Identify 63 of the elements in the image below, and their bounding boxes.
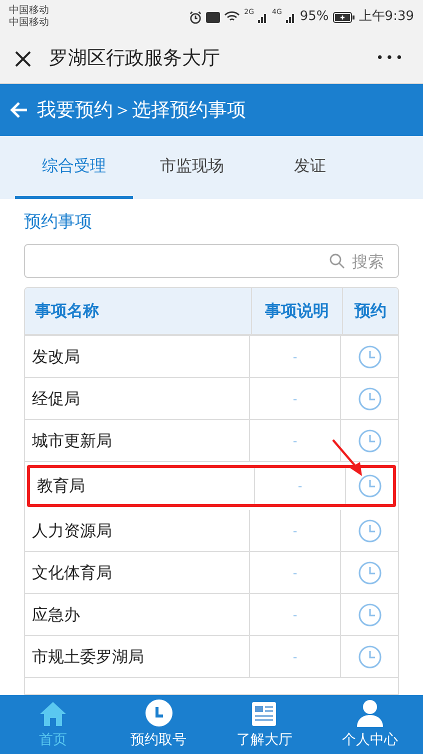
table-row[interactable]: 应急办 - [25, 594, 398, 636]
table-cell: - [249, 636, 340, 677]
table-row[interactable]: 人力资源局 - [25, 510, 398, 552]
table-cell-text: 发改局 [31, 346, 81, 368]
nav-tab[interactable]: 了解大厅 [212, 695, 318, 754]
table-cell: - [249, 420, 340, 461]
battery-icon [332, 12, 355, 22]
table-cell-text: 城市更新局 [31, 430, 113, 452]
table-cell: - [254, 468, 345, 504]
carrier-label: 中国移动 [9, 17, 49, 29]
more-button[interactable]: ••• [376, 48, 405, 68]
tab[interactable]: 发证 [251, 136, 369, 199]
column-header: 事项说明 [251, 288, 342, 334]
clock-icon [358, 344, 382, 368]
table-cell: - [249, 594, 340, 635]
person-icon [356, 699, 384, 727]
search-icon [329, 253, 345, 269]
signal-icon [286, 12, 296, 22]
clock-time: 上午9:39 [358, 8, 414, 26]
window-title: 罗湖区行政服务大厅 [49, 46, 220, 72]
home-icon [38, 701, 67, 727]
table-cell-text: 人力资源局 [31, 520, 113, 542]
table-row[interactable]: 经促局 - [25, 378, 398, 420]
table-cell: - [249, 552, 340, 593]
table-row[interactable]: 文化体育局 - [25, 552, 398, 594]
clock-icon [358, 560, 382, 584]
document-icon [251, 701, 278, 727]
battery-percent: 95% [300, 8, 329, 26]
clock-icon [144, 699, 173, 727]
column-header: 事项名称 [34, 300, 100, 322]
table-cell-text: 教育局 [36, 475, 86, 497]
arrow-drawing [331, 438, 365, 478]
table-cell: - [249, 378, 340, 419]
table-row[interactable]: 市规土委罗湖局 - [25, 636, 398, 678]
table-row[interactable]: 发改局 - [25, 336, 398, 378]
section-title: 预约事项 [24, 211, 93, 234]
table-cell-text: 文化体育局 [31, 562, 113, 584]
clock-icon [358, 518, 382, 542]
carrier-label: 中国移动 [9, 5, 49, 16]
tab[interactable]: 市监现场 [133, 136, 251, 199]
clock-icon [358, 474, 382, 498]
table-cell-text: 经促局 [31, 388, 81, 410]
clock-icon [358, 428, 382, 452]
search-field[interactable]: 搜索 [24, 244, 399, 278]
nav-tab[interactable]: 个人中心 [317, 695, 423, 754]
table-row[interactable]: 城市更新局 - [25, 420, 398, 462]
table-cell: - [249, 510, 340, 551]
clock-icon [358, 386, 382, 410]
nav-tab[interactable]: 预约取号 [106, 695, 212, 754]
page-title: 我要预约＞选择预约事项 [37, 98, 246, 123]
wifi-icon [224, 11, 240, 23]
table-cell: - [249, 336, 340, 377]
table-cell-text: 市规土委罗湖局 [31, 646, 145, 668]
close-icon[interactable] [14, 50, 32, 68]
clock-icon [358, 644, 382, 668]
column-header: 预约 [342, 288, 398, 334]
back-icon[interactable] [9, 101, 29, 119]
table-row[interactable]: 教育局 - [27, 465, 396, 507]
alarm-icon [189, 10, 202, 24]
signal-icon [258, 12, 268, 22]
table-cell-text: 应急办 [31, 604, 81, 626]
tab[interactable]: 综合受理 [15, 136, 133, 199]
clock-icon [358, 602, 382, 626]
